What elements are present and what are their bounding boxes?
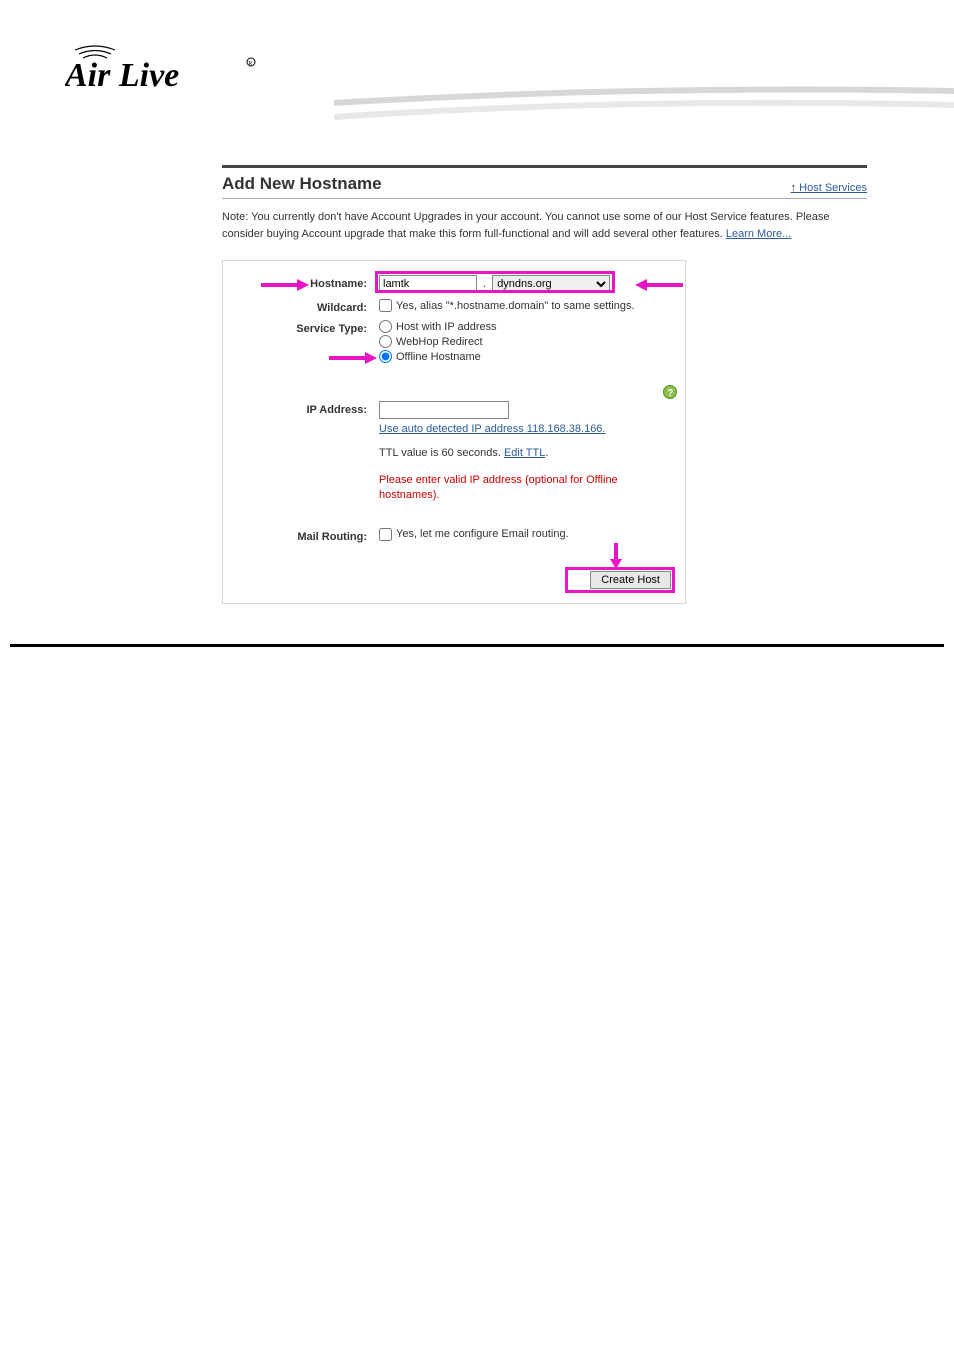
- ip-address-label: IP Address:: [231, 401, 379, 416]
- brand-logo: Air Live R: [65, 38, 265, 101]
- arrow-right-icon: [329, 351, 377, 365]
- page-header: Air Live R: [0, 0, 954, 110]
- wildcard-row: Wildcard: Yes, alias "*.hostname.domain"…: [231, 299, 671, 314]
- mail-routing-row: Mail Routing: Yes, let me configure Emai…: [231, 528, 671, 543]
- svg-text:R: R: [248, 61, 252, 67]
- create-host-button[interactable]: Create Host: [590, 571, 671, 589]
- hostname-row: Hostname: . dyndns.org: [231, 275, 671, 293]
- hostname-dot: .: [483, 278, 486, 290]
- mail-routing-label: Mail Routing:: [231, 528, 379, 543]
- page-title: Add New Hostname: [222, 174, 382, 194]
- upgrade-note: Note: You currently don't have Account U…: [222, 209, 867, 242]
- up-arrow-icon: ↑: [791, 182, 797, 194]
- hostname-input[interactable]: [379, 275, 477, 293]
- ip-address-row: IP Address: Use auto detected IP address…: [231, 401, 671, 504]
- host-services-link[interactable]: ↑ Host Services: [791, 182, 867, 194]
- svg-text:Air Live: Air Live: [65, 57, 179, 94]
- ip-error-text: Please enter valid IP address (optional …: [379, 473, 671, 504]
- ttl-period: .: [545, 447, 548, 459]
- edit-ttl-link[interactable]: Edit TTL: [504, 447, 545, 459]
- arrow-down-icon: [609, 543, 623, 569]
- learn-more-link[interactable]: Learn More...: [726, 228, 791, 240]
- header-swoosh: [334, 80, 954, 140]
- auto-ip-link[interactable]: Use auto detected IP address 118.168.38.…: [379, 423, 605, 435]
- mail-routing-text: Yes, let me configure Email routing.: [396, 528, 569, 540]
- service-offline-radio[interactable]: [379, 350, 392, 363]
- hostname-form: Hostname: . dyndns.org Wildcard: Yes, al…: [222, 260, 686, 604]
- bottom-divider: [10, 644, 944, 647]
- service-hostip-text: Host with IP address: [396, 321, 497, 333]
- service-webhop-radio[interactable]: [379, 335, 392, 348]
- service-hostip-radio[interactable]: [379, 320, 392, 333]
- wildcard-label: Wildcard:: [231, 299, 379, 314]
- ip-address-input[interactable]: [379, 401, 509, 419]
- svg-text:?: ?: [667, 388, 673, 399]
- service-type-label: Service Type:: [231, 320, 379, 335]
- service-offline-text: Offline Hostname: [396, 351, 481, 363]
- hostname-label: Hostname:: [231, 275, 379, 290]
- wildcard-checkbox[interactable]: [379, 299, 392, 312]
- domain-select[interactable]: dyndns.org: [492, 275, 610, 293]
- wildcard-text: Yes, alias "*.hostname.domain" to same s…: [396, 300, 635, 312]
- service-webhop-text: WebHop Redirect: [396, 336, 483, 348]
- ttl-text: TTL value is 60 seconds.: [379, 447, 504, 459]
- service-type-row: Service Type: Host with IP address WebHo…: [231, 320, 671, 365]
- title-divider: [222, 198, 867, 199]
- help-icon[interactable]: ?: [663, 385, 677, 399]
- host-services-text: Host Services: [799, 182, 867, 194]
- mail-routing-checkbox[interactable]: [379, 528, 392, 541]
